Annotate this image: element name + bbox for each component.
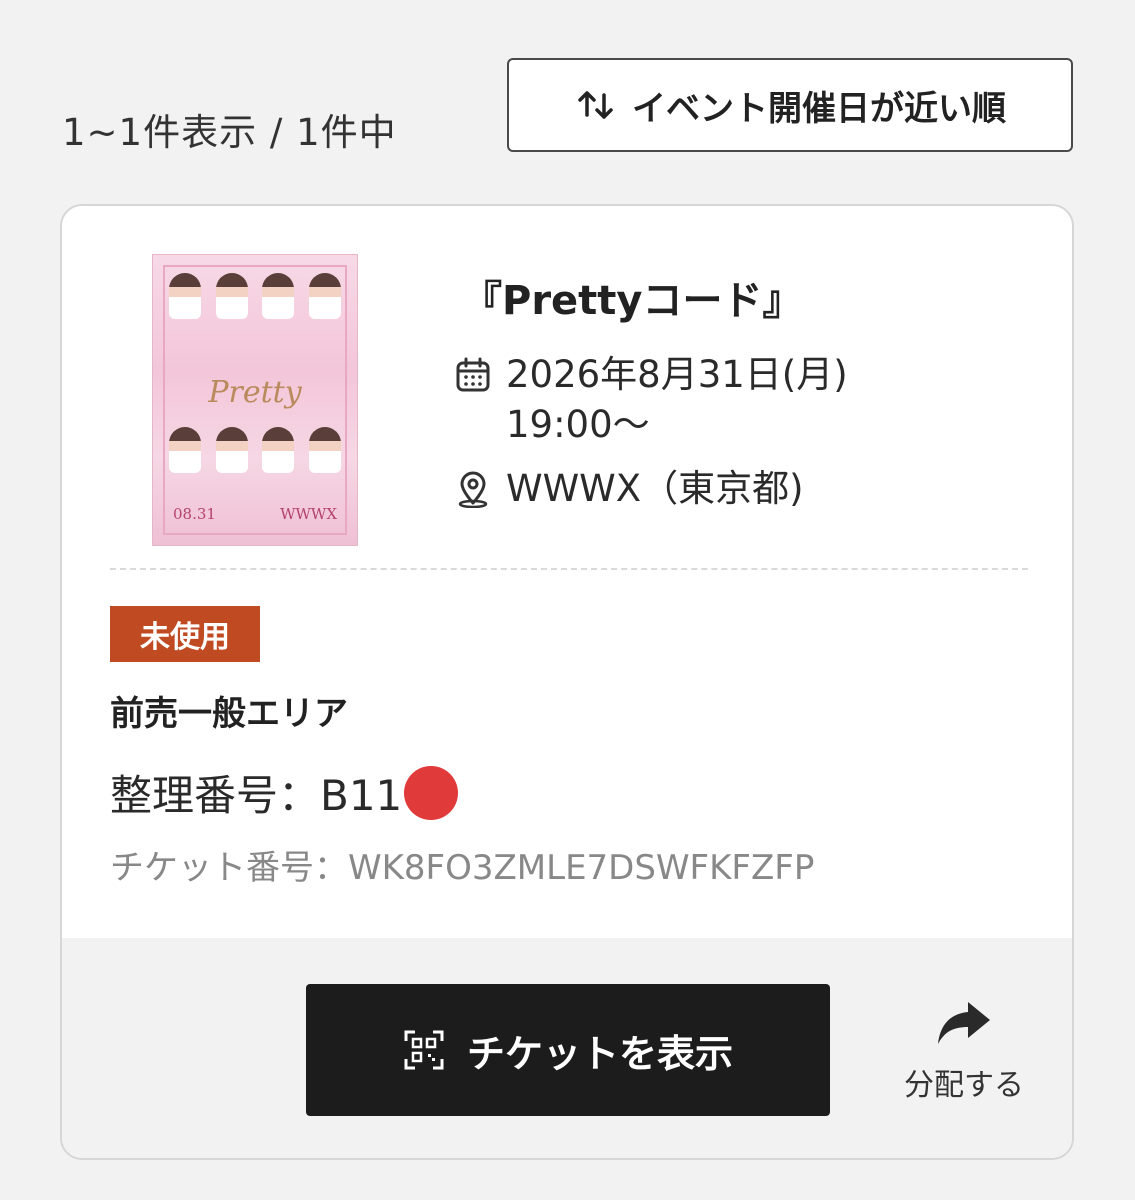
- status-badge: 未使用: [110, 606, 260, 662]
- event-poster-image[interactable]: Pretty 08.31 WWWX: [152, 254, 358, 546]
- list-header: 1~1件表示 / 1件中 イベント開催日が近い順: [0, 0, 1135, 190]
- seat-number-text: 整理番号：B11: [110, 771, 403, 820]
- ticket-number: チケット番号：WK8FO3ZMLE7DSWFKFZFP: [110, 848, 815, 888]
- card-actions: チケットを表示 分配する: [62, 938, 1072, 1158]
- poster-person: [169, 427, 201, 473]
- poster-venue: WWWX: [280, 505, 337, 523]
- share-button[interactable]: 分配する: [884, 996, 1044, 1116]
- poster-title: Pretty: [208, 375, 302, 410]
- sort-button[interactable]: イベント開催日が近い順: [507, 58, 1073, 152]
- event-venue-text: WWWX（東京都): [506, 467, 804, 510]
- calendar-icon: [456, 357, 490, 392]
- poster-person: [308, 273, 341, 319]
- sort-label: イベント開催日が近い順: [632, 88, 1006, 129]
- show-ticket-label: チケットを表示: [466, 1031, 733, 1076]
- event-title[interactable]: 『Prettyコード』: [462, 268, 803, 326]
- section-divider: [110, 568, 1028, 570]
- show-ticket-button[interactable]: チケットを表示: [306, 984, 830, 1116]
- seat-area: 前売一般エリア: [110, 694, 348, 734]
- event-datetime: 2026年8月31日(月) 19:00〜: [506, 350, 848, 450]
- poster-footer: 08.31 WWWX: [173, 505, 337, 523]
- result-count: 1~1件表示 / 1件中: [62, 111, 397, 154]
- poster-date: 08.31: [173, 505, 216, 523]
- ticket-card: Pretty 08.31 WWWX 『Prettyコード』 2026年8月31日…: [60, 204, 1074, 1160]
- event-venue: WWWX（東京都): [454, 464, 804, 514]
- qr-code-icon: [404, 1030, 444, 1070]
- share-label: 分配する: [904, 1068, 1024, 1103]
- seat-number: 整理番号：B11: [110, 762, 459, 823]
- poster-person: [215, 273, 248, 319]
- share-arrow-icon: [938, 1002, 990, 1044]
- redaction-dot: [404, 765, 459, 820]
- poster-person: [262, 273, 295, 319]
- poster-person: [215, 427, 248, 473]
- event-time-text: 19:00〜: [506, 403, 650, 446]
- event-date-text: 2026年8月31日(月): [506, 353, 848, 396]
- poster-person: [169, 273, 201, 319]
- poster-person: [262, 427, 295, 473]
- poster-person: [308, 427, 341, 473]
- sort-arrows-icon: [578, 91, 613, 119]
- poster-top-row: [169, 273, 341, 319]
- location-pin-icon: [458, 471, 488, 508]
- poster-bottom-row: [169, 427, 341, 473]
- event-date: 2026年8月31日(月) 19:00〜: [454, 350, 848, 450]
